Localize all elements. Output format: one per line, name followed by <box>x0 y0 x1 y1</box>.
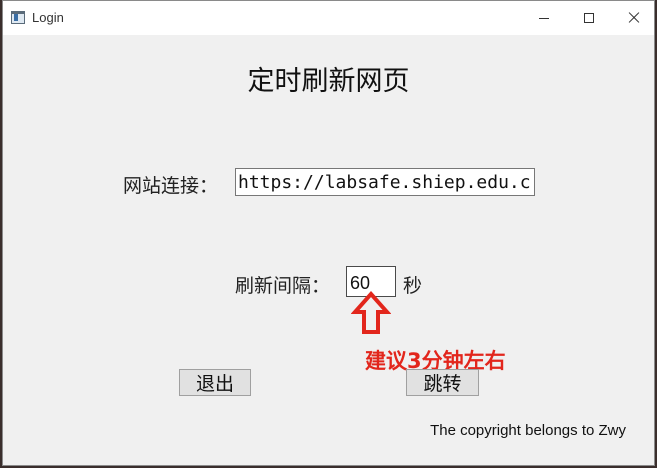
page-title: 定时刷新网页 <box>247 66 410 97</box>
minimize-icon <box>539 17 549 19</box>
url-input[interactable] <box>235 168 535 196</box>
app-icon <box>11 11 25 24</box>
interval-label: 刷新间隔： <box>235 275 331 297</box>
exit-button[interactable]: 退出 <box>179 369 251 396</box>
close-icon <box>628 12 640 24</box>
title-bar[interactable]: Login <box>3 1 654 35</box>
maximize-button[interactable] <box>566 1 612 35</box>
minimize-button[interactable] <box>521 1 567 35</box>
copyright-text: The copyright belongs to Zwy <box>430 422 626 439</box>
window-title: Login <box>32 10 64 25</box>
jump-button[interactable]: 跳转 <box>406 369 479 396</box>
interval-unit-label: 秒 <box>403 275 423 297</box>
login-window: Login 定时刷新网页 网站连接： 刷新间隔： 秒 建议3分钟左右 退出 跳转… <box>2 0 655 466</box>
up-arrow-icon <box>351 291 391 334</box>
close-button[interactable] <box>611 1 657 35</box>
url-label: 网站连接： <box>123 175 219 197</box>
maximize-icon <box>584 13 594 23</box>
